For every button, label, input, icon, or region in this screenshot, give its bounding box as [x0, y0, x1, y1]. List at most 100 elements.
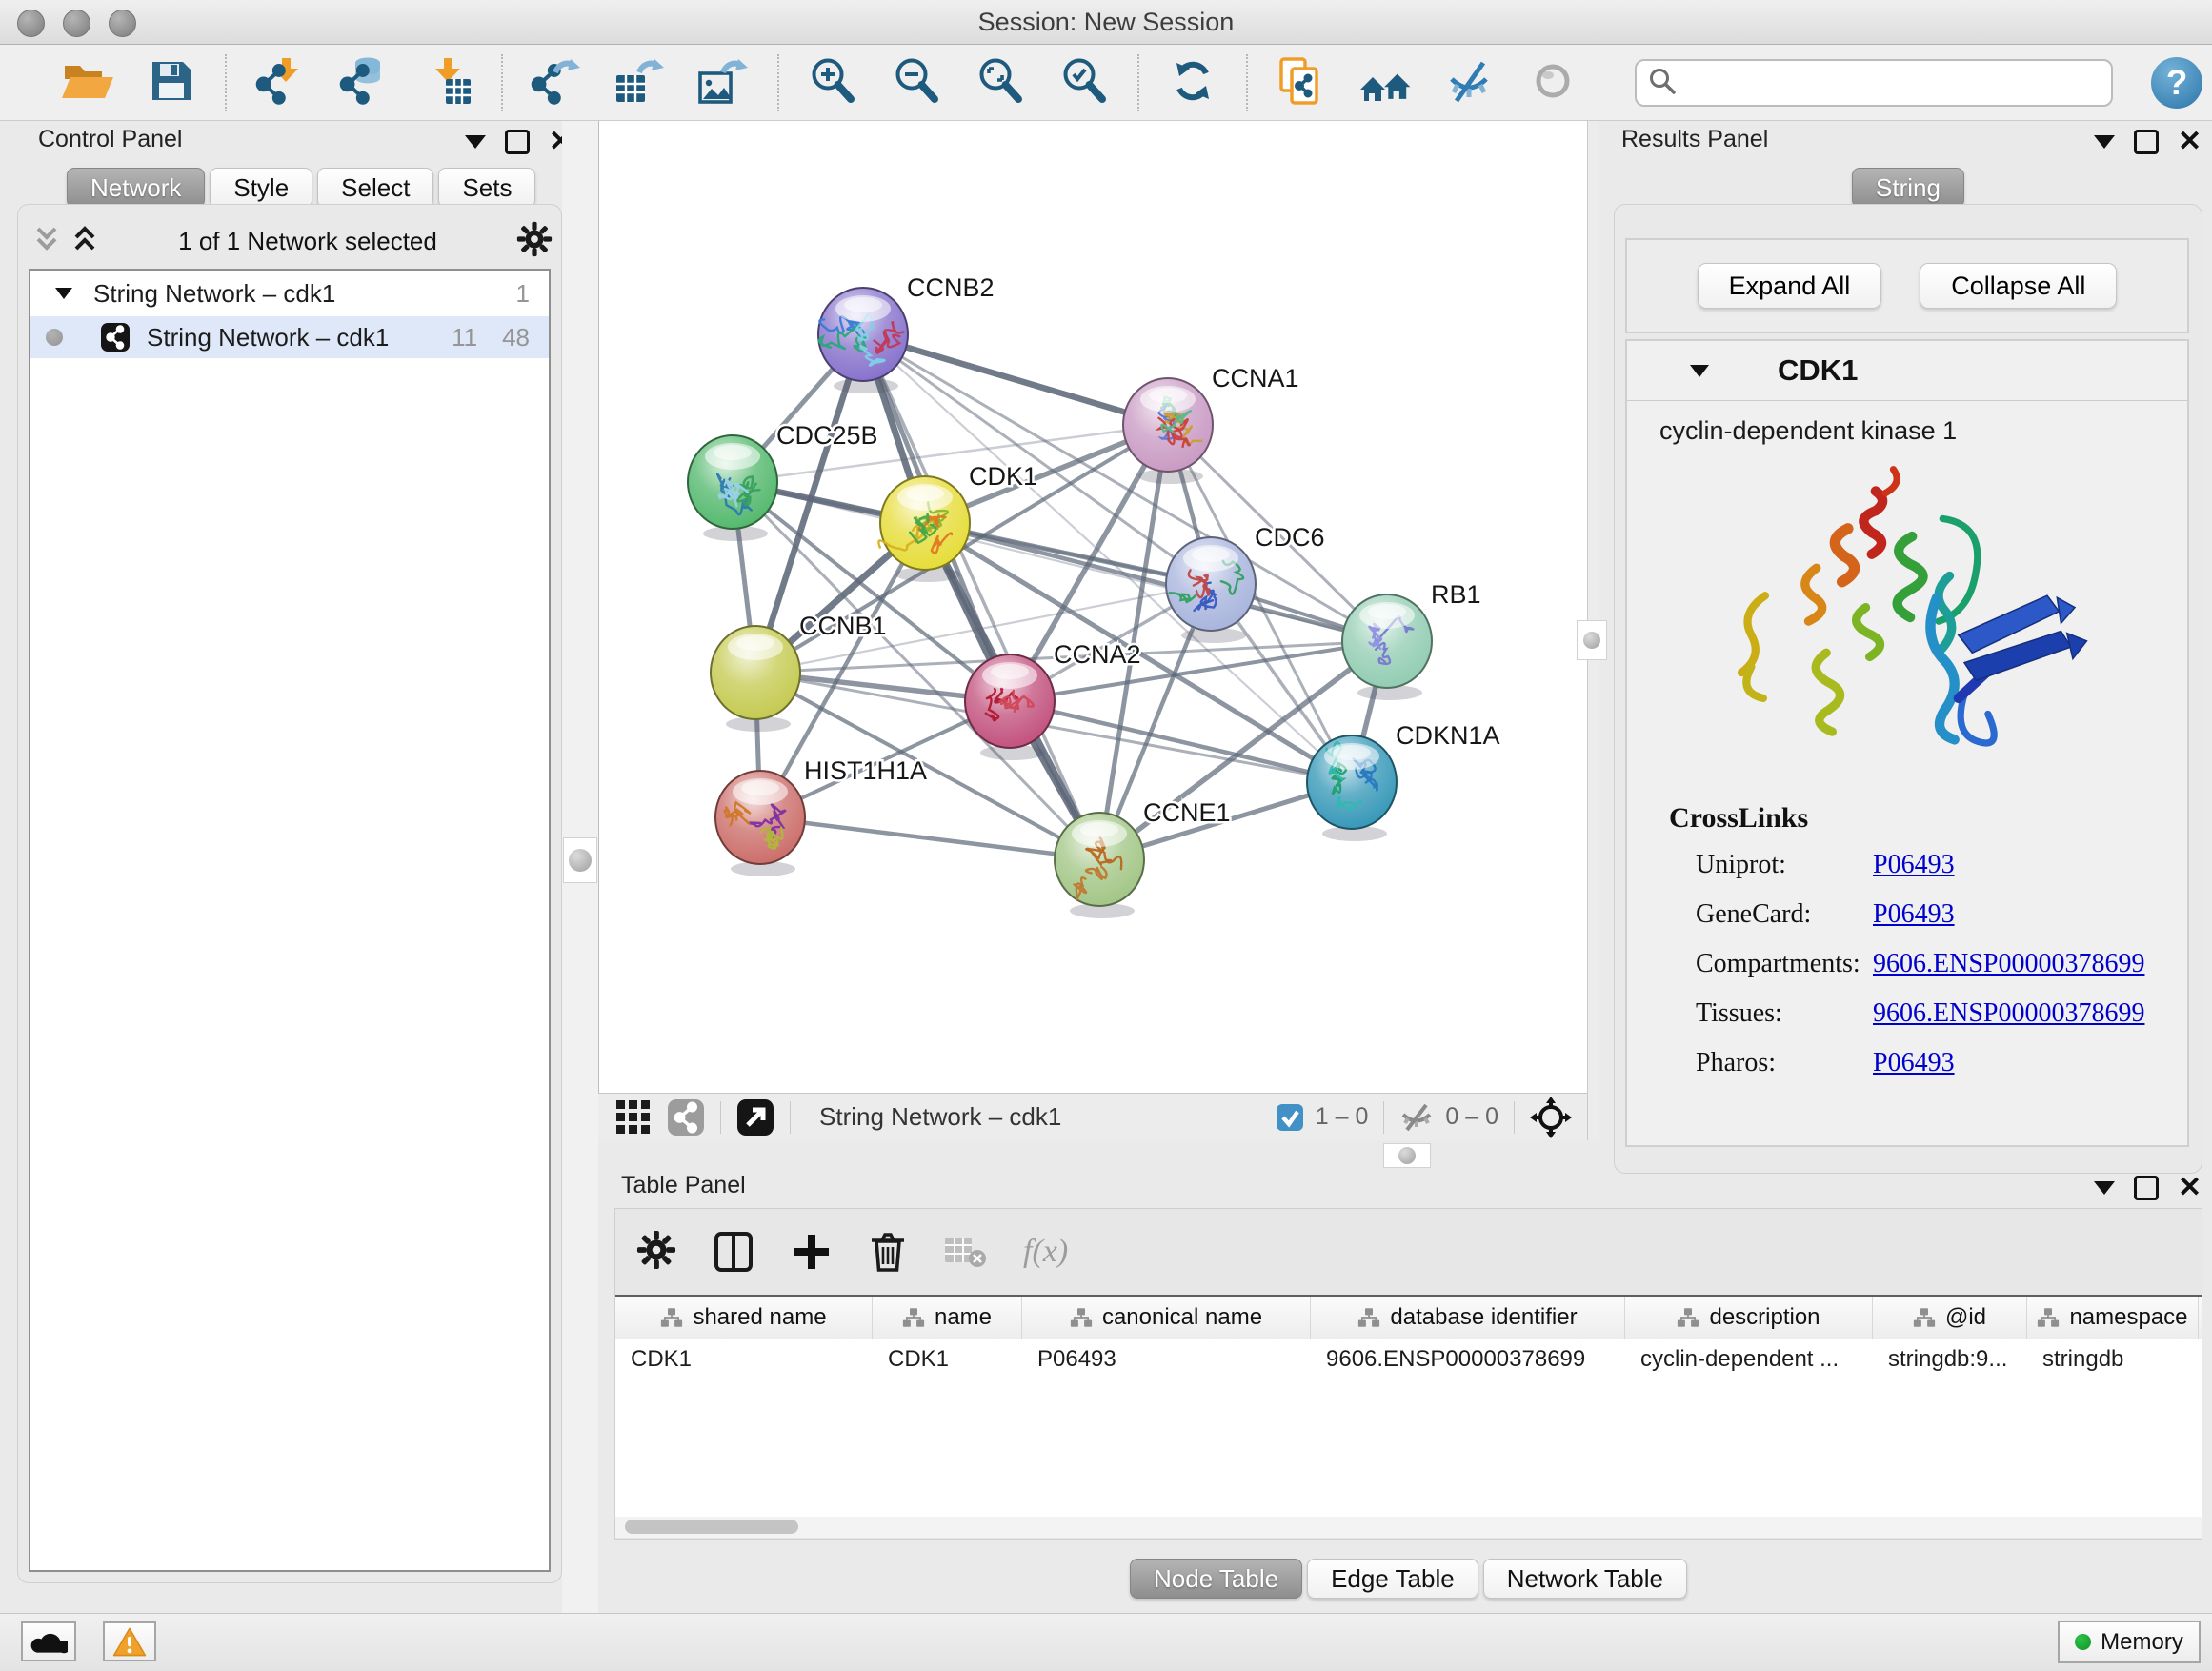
- edge-CCNA2-CDKN1A[interactable]: [1010, 701, 1352, 782]
- expand-all-button[interactable]: Expand All: [1698, 263, 1882, 309]
- network-options-gear-icon[interactable]: [516, 221, 553, 262]
- show-panel-button[interactable]: [1511, 50, 1595, 116]
- hide-panel-button[interactable]: [1427, 50, 1511, 116]
- control-panel-maximize-icon[interactable]: [505, 130, 530, 154]
- node-description: cyclin-dependent kinase 1: [1627, 401, 2187, 446]
- results-panel-float-icon[interactable]: [2094, 135, 2115, 149]
- export-network-button[interactable]: [514, 50, 598, 116]
- share-document-button[interactable]: [1259, 50, 1343, 116]
- table-panel-tabs: Node TableEdge TableNetwork Table: [1130, 1559, 1687, 1599]
- network-selection-status: 1 of 1 Network selected: [99, 227, 516, 256]
- tab-edge-table[interactable]: Edge Table: [1307, 1559, 1478, 1599]
- grid-view-icon[interactable]: [615, 1099, 652, 1136]
- table-settings-gear-icon[interactable]: [636, 1230, 676, 1275]
- memory-button[interactable]: Memory: [2058, 1621, 2201, 1663]
- crosslink-value[interactable]: P06493: [1873, 850, 1955, 880]
- tab-select[interactable]: Select: [317, 168, 433, 208]
- splitter-handle[interactable]: [1577, 620, 1607, 660]
- zoom-out-button[interactable]: [875, 50, 958, 116]
- pan-mode-icon[interactable]: [1530, 1097, 1572, 1138]
- save-session-button[interactable]: [130, 50, 213, 116]
- delete-table-icon: [943, 1234, 987, 1270]
- zoom-fit-button[interactable]: [958, 50, 1042, 116]
- network-view-toolbar: String Network – cdk1 1 – 0 0 – 0: [598, 1093, 1587, 1140]
- column-header-namespace[interactable]: namespace: [2027, 1297, 2199, 1339]
- node-RB1[interactable]: [1342, 594, 1432, 700]
- selected-count: 1 – 0: [1316, 1103, 1369, 1131]
- left-splitter[interactable]: [562, 121, 598, 1613]
- horizontal-splitter-handle[interactable]: [1383, 1143, 1431, 1168]
- node-CCNA1[interactable]: [1123, 378, 1213, 484]
- import-database-button[interactable]: [322, 50, 406, 116]
- delete-column-icon[interactable]: [869, 1230, 907, 1274]
- collapse-all-networks-icon[interactable]: [32, 223, 61, 260]
- network-share-icon: [101, 323, 130, 352]
- control-panel-tabs: NetworkStyleSelectSets: [67, 168, 535, 208]
- network-collection-row[interactable]: String Network – cdk1 1: [30, 271, 549, 316]
- import-network-button[interactable]: [238, 50, 322, 116]
- show-columns-icon[interactable]: [713, 1230, 754, 1274]
- help-button[interactable]: ?: [2151, 57, 2202, 109]
- node-CDKN1A[interactable]: [1307, 735, 1397, 841]
- export-table-button[interactable]: [598, 50, 682, 116]
- column-header-description[interactable]: description: [1625, 1297, 1873, 1339]
- search-field[interactable]: [1635, 59, 2113, 107]
- tab-sets[interactable]: Sets: [438, 168, 535, 208]
- tab-node-table[interactable]: Node Table: [1130, 1559, 1302, 1599]
- network-canvas[interactable]: CCNB2CCNA1CDC25BCDK1CDC6RB1CCNB1CCNA2CDK…: [598, 121, 1587, 1093]
- open-file-button[interactable]: [46, 50, 130, 116]
- right-splitter[interactable]: [1587, 121, 1599, 1140]
- crosslink-value[interactable]: 9606.ENSP00000378699: [1873, 949, 2144, 979]
- scrollbar-thumb[interactable]: [625, 1520, 798, 1534]
- network-view-title: String Network – cdk1: [819, 1102, 1061, 1132]
- table-panel-maximize-icon[interactable]: [2134, 1176, 2159, 1200]
- edge-CCNB2-CCNA1[interactable]: [863, 334, 1168, 425]
- birdseye-view-icon[interactable]: [667, 1098, 705, 1137]
- control-panel-float-icon[interactable]: [465, 135, 486, 149]
- export-image-button[interactable]: [682, 50, 766, 116]
- splitter-handle[interactable]: [563, 837, 597, 883]
- zoom-selected-button[interactable]: [1042, 50, 1126, 116]
- column-type-icon: [1677, 1306, 1699, 1329]
- import-table-button[interactable]: [406, 50, 490, 116]
- table-row[interactable]: CDK1CDK1P064939606.ENSP00000378699cyclin…: [615, 1339, 2202, 1379]
- edge-HIST1H1A-CCNE1[interactable]: [760, 817, 1099, 859]
- table-panel-float-icon[interactable]: [2094, 1181, 2115, 1195]
- tab-network-table[interactable]: Network Table: [1483, 1559, 1687, 1599]
- table-h-scrollbar[interactable]: [615, 1517, 2202, 1538]
- results-panel-maximize-icon[interactable]: [2134, 130, 2159, 154]
- column-header-canonical-name[interactable]: canonical name: [1022, 1297, 1311, 1339]
- node-CCNE1[interactable]: [1055, 813, 1144, 918]
- crosslink-value[interactable]: P06493: [1873, 899, 1955, 930]
- add-column-icon[interactable]: [791, 1231, 833, 1273]
- column-header-database-identifier[interactable]: database identifier: [1311, 1297, 1625, 1339]
- column-header-@id[interactable]: @id: [1873, 1297, 2027, 1339]
- apply-layout-button[interactable]: [1151, 50, 1235, 116]
- results-panel-close-icon[interactable]: ✕: [2178, 132, 2202, 151]
- collection-expander-icon[interactable]: [53, 285, 74, 302]
- node-details-expander-icon[interactable]: [1688, 362, 1711, 379]
- expand-all-networks-icon[interactable]: [70, 223, 99, 260]
- network-row-selected[interactable]: String Network – cdk1 11 48: [30, 316, 549, 358]
- zoom-in-button[interactable]: [791, 50, 875, 116]
- node-CCNB2[interactable]: [818, 288, 908, 393]
- cloud-button[interactable]: [21, 1621, 76, 1661]
- node-CDC25B[interactable]: [688, 435, 777, 541]
- tab-style[interactable]: Style: [210, 168, 312, 208]
- tab-network[interactable]: Network: [67, 168, 205, 208]
- export-view-icon[interactable]: [736, 1098, 774, 1137]
- selected-checkbox[interactable]: [1276, 1103, 1304, 1132]
- table-panel-close-icon[interactable]: ✕: [2178, 1178, 2202, 1198]
- node-table[interactable]: shared namenamecanonical namedatabase id…: [615, 1295, 2202, 1538]
- warnings-button[interactable]: [103, 1621, 156, 1661]
- crosslink-value[interactable]: 9606.ENSP00000378699: [1873, 998, 2144, 1029]
- node-HIST1H1A[interactable]: [715, 771, 805, 876]
- collapse-all-button[interactable]: Collapse All: [1920, 263, 2117, 309]
- string-home-button[interactable]: [1343, 50, 1427, 116]
- node-CCNB1[interactable]: [711, 626, 800, 732]
- column-header-name[interactable]: name: [873, 1297, 1022, 1339]
- search-input[interactable]: [1684, 69, 2100, 97]
- column-header-shared-name[interactable]: shared name: [615, 1297, 873, 1339]
- tab-string[interactable]: String: [1852, 168, 1964, 208]
- crosslink-value[interactable]: P06493: [1873, 1048, 1955, 1078]
